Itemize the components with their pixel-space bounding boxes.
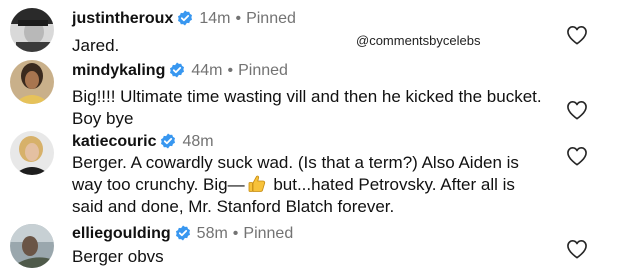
- comment-header: elliegoulding 58m • Pinned: [72, 224, 293, 244]
- comment-time: 44m: [191, 62, 223, 79]
- avatar[interactable]: [10, 131, 54, 175]
- verified-badge-icon: [178, 10, 193, 26]
- verified-badge-icon: [161, 133, 176, 149]
- verified-badge-icon: [170, 62, 185, 78]
- username[interactable]: katiecouric: [72, 133, 156, 150]
- avatar-image: [10, 60, 54, 104]
- comment-time: 48m: [182, 133, 214, 150]
- comment-header: mindykaling 44m • Pinned: [72, 61, 288, 81]
- pinned-label: Pinned: [246, 10, 296, 27]
- thumbs-up-icon: [248, 175, 265, 192]
- comment-time: 14m: [199, 10, 231, 27]
- avatar-image: [10, 131, 54, 175]
- comment-text: Big!!!! Ultimate time wasting vill and t…: [72, 87, 542, 128]
- comment-header: katiecouric 48m: [72, 132, 214, 152]
- heart-outline-icon[interactable]: [566, 146, 588, 166]
- separator-dot: •: [232, 225, 239, 242]
- username[interactable]: justintheroux: [72, 10, 173, 27]
- avatar-image: [10, 8, 54, 52]
- heart-outline-icon[interactable]: [566, 239, 588, 259]
- avatar[interactable]: [10, 60, 54, 104]
- comment-text: Berger. A cowardly suck wad. (Is that a …: [72, 152, 542, 218]
- avatar[interactable]: [10, 224, 54, 268]
- pinned-label: Pinned: [243, 225, 294, 242]
- heart-outline-icon[interactable]: [566, 25, 588, 45]
- avatar-image: [10, 224, 54, 268]
- separator-dot: •: [227, 62, 234, 79]
- verified-badge-icon: [175, 225, 190, 241]
- username[interactable]: elliegoulding: [72, 225, 171, 242]
- comment-text: Jared.: [72, 36, 120, 55]
- username[interactable]: mindykaling: [72, 62, 165, 79]
- comment-time: 58m: [196, 225, 228, 242]
- avatar[interactable]: [10, 8, 54, 52]
- separator-dot: •: [235, 10, 242, 27]
- heart-outline-icon[interactable]: [566, 100, 588, 120]
- comment-header: justintheroux 14m • Pinned: [72, 9, 296, 29]
- comment-text: Berger obvs: [72, 247, 164, 266]
- pinned-label: Pinned: [238, 62, 288, 79]
